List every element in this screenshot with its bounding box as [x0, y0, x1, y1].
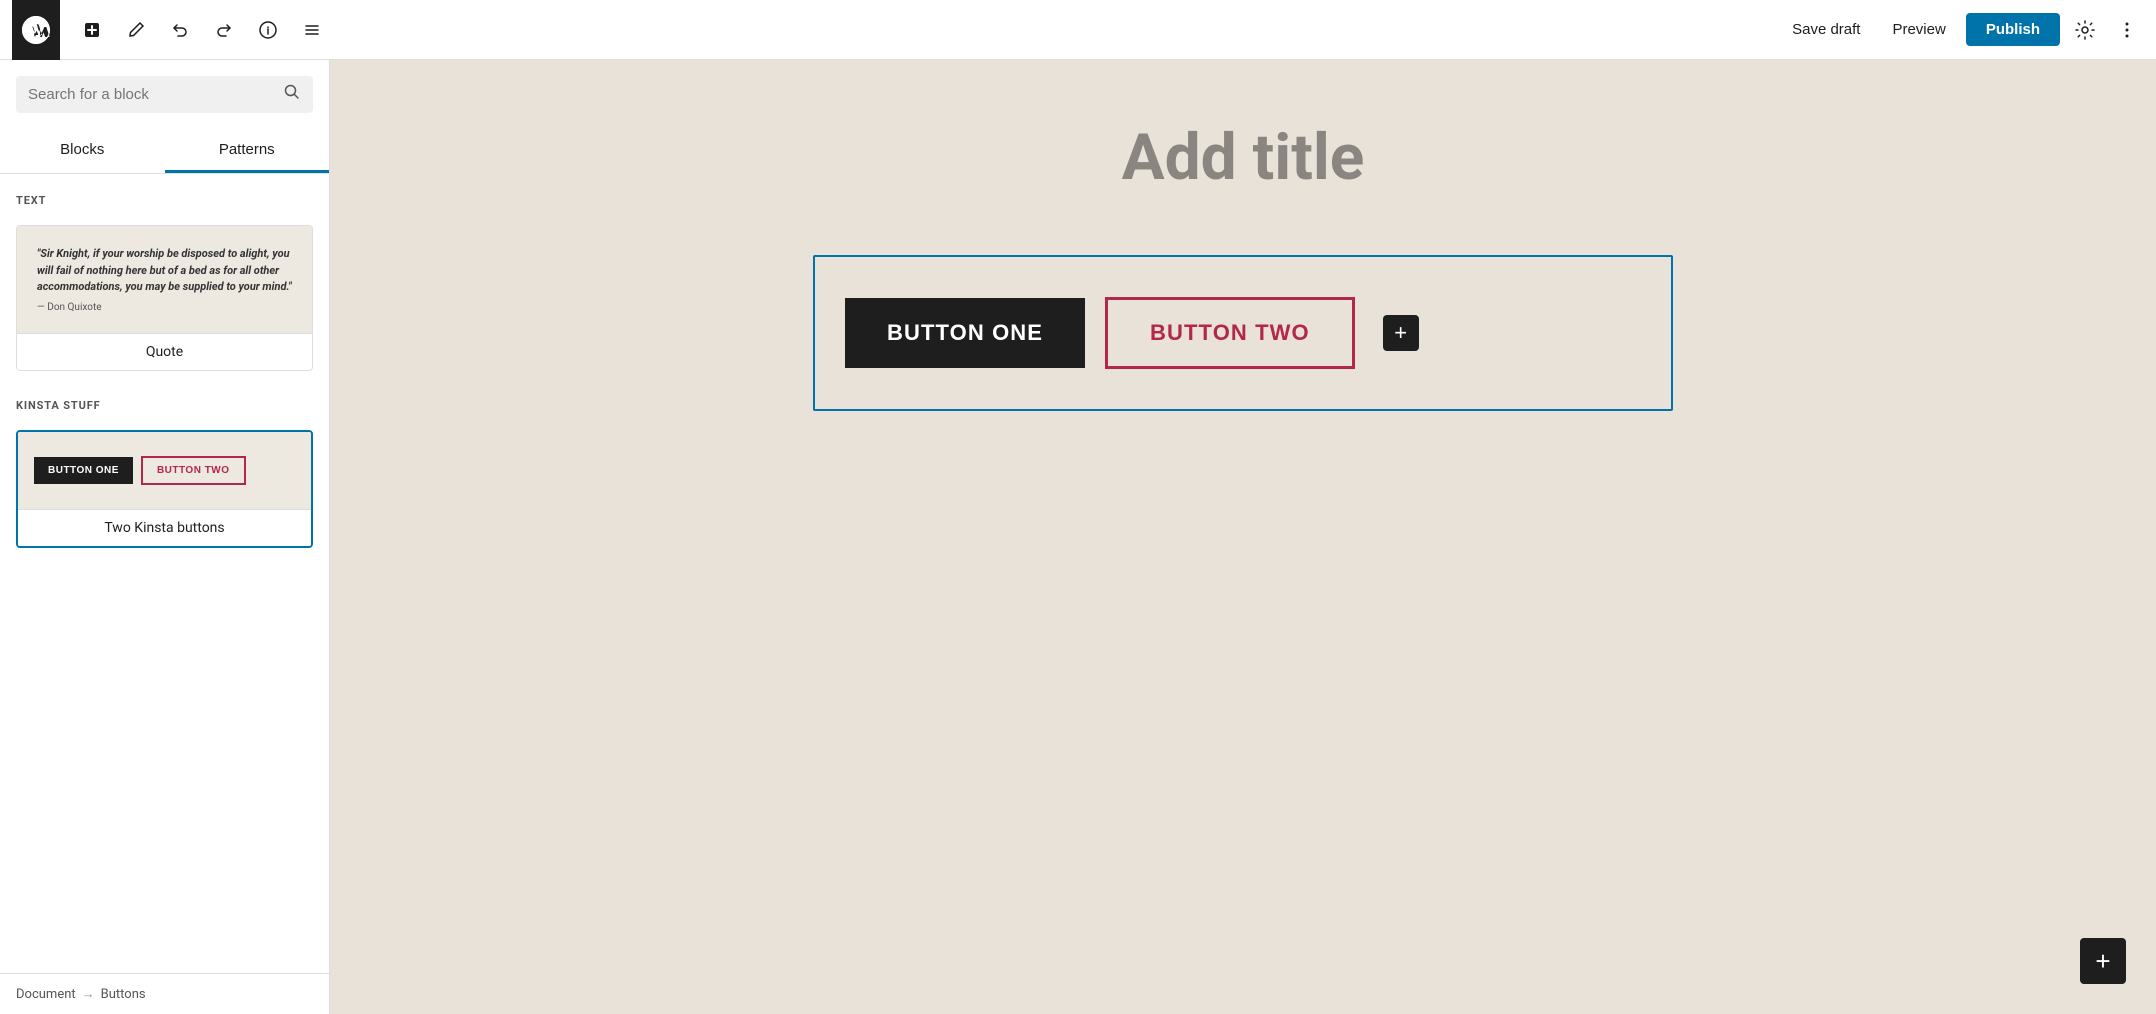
text-section-label: TEXT	[0, 174, 329, 217]
breadcrumb-buttons[interactable]: Buttons	[101, 987, 146, 1002]
sidebar-btn-two: BUTTON TWO	[141, 456, 246, 485]
redo-button[interactable]	[204, 10, 244, 50]
sidebar-btn-one: BUTTON ONE	[34, 457, 133, 484]
undo-button[interactable]	[160, 10, 200, 50]
kinsta-pattern-label: Two Kinsta buttons	[18, 509, 311, 546]
breadcrumb-separator: →	[82, 986, 95, 1002]
save-draft-button[interactable]: Save draft	[1780, 15, 1872, 44]
editor-canvas: Add title BUTTON ONE BUTTON TWO +	[813, 120, 1673, 411]
quote-preview-inner: "Sir Knight, if your worship be disposed…	[37, 246, 292, 313]
settings-button[interactable]	[2068, 13, 2102, 47]
quote-pattern-label: Quote	[17, 333, 312, 370]
topbar-right: Save draft Preview Publish	[1780, 13, 2144, 47]
tab-patterns[interactable]: Patterns	[165, 129, 330, 173]
wp-logo: W	[12, 0, 60, 60]
search-input[interactable]	[28, 76, 275, 113]
edit-mode-button[interactable]	[116, 10, 156, 50]
editor-button-two[interactable]: BUTTON TWO	[1105, 297, 1355, 369]
kinsta-section-label: KINSTA STUFF	[0, 379, 329, 422]
add-block-bottom-button[interactable]: +	[2080, 938, 2126, 984]
editor-area: Add title BUTTON ONE BUTTON TWO + +	[330, 60, 2156, 1014]
search-box	[16, 76, 313, 113]
breadcrumb-document[interactable]: Document	[16, 987, 76, 1002]
button-block: BUTTON ONE BUTTON TWO +	[813, 255, 1673, 411]
tabs: Blocks Patterns	[0, 129, 329, 174]
preview-button[interactable]: Preview	[1880, 15, 1957, 44]
search-icon	[283, 83, 301, 106]
quote-attr: — Don Quixote	[37, 302, 292, 313]
tab-blocks[interactable]: Blocks	[0, 129, 165, 173]
kinsta-buttons-preview: BUTTON ONE BUTTON TWO	[18, 432, 311, 509]
info-button[interactable]	[248, 10, 288, 50]
more-options-button[interactable]	[2110, 13, 2144, 47]
quote-pattern-card[interactable]: "Sir Knight, if your worship be disposed…	[16, 225, 313, 371]
svg-text:W: W	[29, 24, 43, 39]
add-block-button[interactable]	[72, 10, 112, 50]
breadcrumb: Document → Buttons	[0, 973, 329, 1014]
topbar-left: W	[12, 0, 332, 60]
sidebar-content: TEXT "Sir Knight, if your worship be dis…	[0, 174, 329, 973]
kinsta-buttons-pattern-card[interactable]: BUTTON ONE BUTTON TWO Two Kinsta buttons	[16, 430, 313, 548]
quote-text: "Sir Knight, if your worship be disposed…	[37, 246, 292, 296]
add-block-inline-button[interactable]: +	[1383, 315, 1419, 351]
list-view-button[interactable]	[292, 10, 332, 50]
quote-pattern-preview: "Sir Knight, if your worship be disposed…	[17, 226, 312, 333]
publish-button[interactable]: Publish	[1966, 13, 2060, 46]
topbar: W Save draft Preview Publish	[0, 0, 2156, 60]
editor-button-one[interactable]: BUTTON ONE	[845, 298, 1085, 368]
sidebar: Blocks Patterns TEXT "Sir Knight, if you…	[0, 60, 330, 1014]
post-title[interactable]: Add title	[813, 120, 1673, 195]
main-layout: Blocks Patterns TEXT "Sir Knight, if you…	[0, 60, 2156, 1014]
